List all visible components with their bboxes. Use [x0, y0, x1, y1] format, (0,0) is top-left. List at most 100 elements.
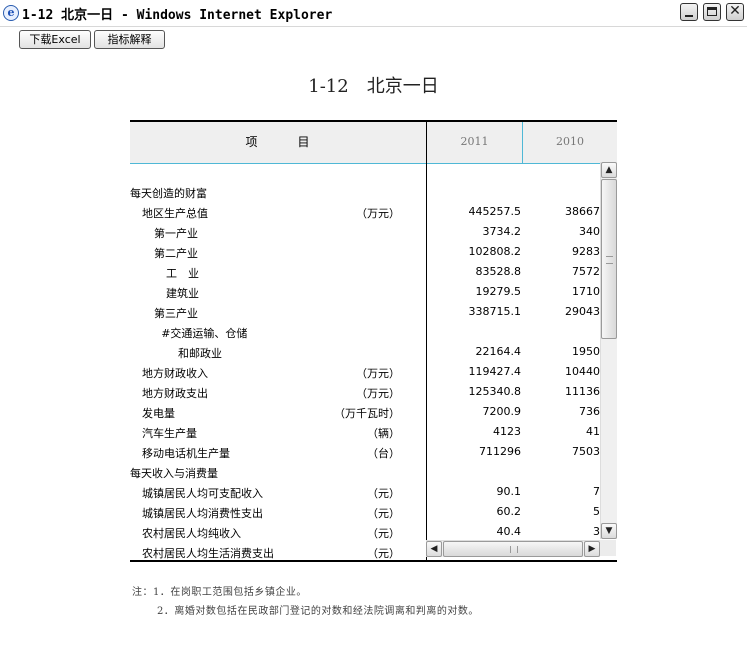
- table-row: 地方财政支出 （万元） 125340.8 11136: [130, 382, 600, 402]
- footnote-2: 2．离婚对数包括在民政部门登记的对数和经法院调离和判离的对数。: [157, 606, 479, 617]
- minimize-icon: [685, 15, 693, 17]
- cell-2010: 736: [579, 405, 600, 418]
- cell-2010: 10440: [565, 365, 600, 378]
- row-unit: （元）: [367, 507, 400, 520]
- data-table: 项 目 2011 2010 每天创造的财富地区生产总值 （万元） 445257.5 3…: [130, 120, 617, 562]
- cell-2010: 7503: [572, 445, 600, 458]
- row-label: 第二产业: [154, 247, 198, 260]
- row-unit: （元）: [367, 527, 400, 540]
- cell-2011: 3734.2: [482, 225, 522, 238]
- row-unit: （元）: [367, 487, 400, 500]
- table-row: #交通运输、仓储: [130, 322, 600, 342]
- cell-2010: 7: [593, 485, 600, 498]
- cell-2010: 38667: [565, 205, 600, 218]
- table-row: 城镇居民人均消费性支出 （元） 60.2 5: [130, 502, 600, 522]
- cell-2010: 11136: [565, 385, 600, 398]
- horizontal-scrollbar[interactable]: ◀ ▶: [426, 540, 600, 557]
- cell-2011: 711296: [479, 445, 521, 458]
- maximize-button[interactable]: [703, 3, 721, 21]
- scroll-left-button[interactable]: ◀: [426, 541, 442, 557]
- row-label: 第一产业: [154, 227, 198, 240]
- row-label: #交通运输、仓储: [161, 327, 248, 340]
- table-row: 第二产业 102808.2 9283: [130, 242, 600, 262]
- horizontal-scroll-thumb[interactable]: [443, 541, 583, 557]
- table-row: 和邮政业 22164.4 1950: [130, 342, 600, 362]
- cell-2010: 1710: [572, 285, 600, 298]
- cell-2011: 445257.5: [468, 205, 522, 218]
- minimize-button[interactable]: [680, 3, 698, 21]
- footnote-1: 注：1．在岗职工范围包括乡镇企业。: [132, 587, 307, 598]
- row-unit: （万千瓦时）: [334, 407, 400, 420]
- row-label: 农村居民人均生活消费支出: [142, 547, 274, 560]
- row-label: 农村居民人均纯收入: [142, 527, 241, 540]
- cell-2011: 125340.8: [468, 385, 522, 398]
- title-bar: e 1-12 北京一日 - Windows Internet Explorer …: [0, 0, 747, 27]
- download-excel-button[interactable]: 下载Excel: [19, 30, 91, 49]
- row-unit: （万元）: [356, 387, 400, 400]
- grip-icon: [606, 256, 613, 264]
- row-unit: （万元）: [356, 207, 400, 220]
- cell-2010: 7572: [572, 265, 600, 278]
- chevron-down-icon: ▼: [605, 526, 613, 536]
- row-unit: （万元）: [356, 367, 400, 380]
- grip-icon: [510, 546, 518, 553]
- row-unit: （元）: [367, 547, 400, 560]
- scroll-down-button[interactable]: ▼: [601, 523, 617, 539]
- vertical-scroll-thumb[interactable]: [601, 179, 617, 339]
- row-label: 地方财政支出: [142, 387, 208, 400]
- row-label: 城镇居民人均消费性支出: [142, 507, 263, 520]
- table-row: 每天创造的财富: [130, 182, 600, 202]
- cell-2011: 60.2: [496, 505, 522, 518]
- row-label: 发电量: [142, 407, 175, 420]
- chevron-up-icon: ▲: [605, 165, 613, 175]
- table-row: 第一产业 3734.2 340: [130, 222, 600, 242]
- row-label: 和邮政业: [178, 347, 222, 360]
- chevron-left-icon: ◀: [430, 544, 438, 554]
- window-title: 1-12 北京一日 - Windows Internet Explorer: [22, 8, 333, 23]
- table-row: 工 业 83528.8 7572: [130, 262, 600, 282]
- row-label: 工 业: [166, 267, 199, 280]
- cell-2011: 83528.8: [475, 265, 522, 278]
- cell-2010: 41: [586, 425, 600, 438]
- row-label: 每天收入与消费量: [130, 467, 218, 480]
- table-header: 项 目 2011 2010: [130, 122, 617, 164]
- table-row: 汽车生产量 （辆） 4123 41: [130, 422, 600, 442]
- row-label: 移动电话机生产量: [142, 447, 230, 460]
- cell-2011: 119427.4: [468, 365, 522, 378]
- table-row: 发电量 （万千瓦时） 7200.9 736: [130, 402, 600, 422]
- chevron-right-icon: ▶: [588, 544, 596, 554]
- row-label: 每天创造的财富: [130, 187, 207, 200]
- ie-icon: e: [3, 5, 19, 21]
- cell-2010: 1950: [572, 345, 600, 358]
- page-title: 1-12 北京一日: [308, 76, 439, 97]
- scroll-right-button[interactable]: ▶: [584, 541, 600, 557]
- maximize-icon: [707, 7, 717, 16]
- row-label: 建筑业: [166, 287, 199, 300]
- table-row: 农村居民人均纯收入 （元） 40.4 3: [130, 522, 600, 542]
- cell-2011: 22164.4: [475, 345, 522, 358]
- header-year-2010: 2010: [556, 135, 584, 148]
- vertical-scrollbar[interactable]: ▲ ▼: [600, 162, 617, 539]
- row-label: 城镇居民人均可支配收入: [142, 487, 263, 500]
- row-label: 地区生产总值: [142, 207, 208, 220]
- cell-2010: 29043: [565, 305, 600, 318]
- cell-2010: 3: [593, 525, 600, 538]
- scroll-up-button[interactable]: ▲: [601, 162, 617, 178]
- header-year-2011: 2011: [427, 122, 523, 163]
- table-row: 地区生产总值 （万元） 445257.5 38667: [130, 202, 600, 222]
- header-item: 项 目: [130, 122, 427, 163]
- table-row: 建筑业 19279.5 1710: [130, 282, 600, 302]
- indicator-explanation-button[interactable]: 指标解释: [94, 30, 165, 49]
- row-unit: （辆）: [367, 427, 400, 440]
- close-icon: ✕: [729, 3, 741, 19]
- cell-2011: 40.4: [496, 525, 522, 538]
- cell-2010: 5: [593, 505, 600, 518]
- cell-2011: 90.1: [496, 485, 522, 498]
- table-row: 移动电话机生产量 （台） 711296 7503: [130, 442, 600, 462]
- row-unit: （台）: [367, 447, 400, 460]
- cell-2011: 4123: [493, 425, 521, 438]
- cell-2011: 338715.1: [468, 305, 522, 318]
- row-label: 第三产业: [154, 307, 198, 320]
- cell-2011: 19279.5: [475, 285, 522, 298]
- close-button[interactable]: ✕: [726, 3, 744, 21]
